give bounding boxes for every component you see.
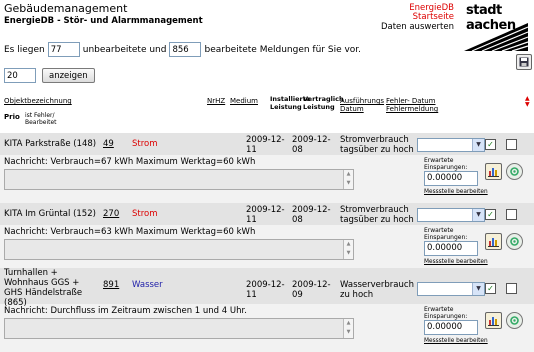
objekt-name: KITA Parkstraße (148) bbox=[4, 139, 97, 149]
chart-icon[interactable] bbox=[485, 163, 502, 180]
floppy-icon bbox=[519, 57, 529, 67]
chevron-down-icon: ▼ bbox=[472, 283, 484, 295]
fehlermeldung: Stromverbrauch tagsüber zu hoch bbox=[340, 135, 414, 155]
nrhz-link[interactable]: 49 bbox=[103, 139, 114, 149]
col-ausfuehrungs-datum[interactable]: Ausführungs Datum bbox=[340, 97, 384, 113]
ist-fehler-checkbox[interactable]: ✓ bbox=[485, 139, 496, 150]
ausfuehrungs-datum: 2009-12-11 bbox=[246, 135, 285, 155]
col-medium[interactable]: Medium bbox=[230, 97, 258, 105]
processed-count-field[interactable] bbox=[169, 42, 202, 57]
chevron-down-icon: ▼ bbox=[472, 139, 484, 151]
col-ist-fehler-bearbeitet: ist Fehler/Bearbeitet bbox=[25, 112, 57, 126]
nrhz-link[interactable]: 891 bbox=[103, 280, 119, 290]
gear-icon bbox=[510, 316, 519, 325]
messstelle-bearbeiten-link[interactable]: Messstelle bearbeiten bbox=[424, 189, 488, 195]
medium-value: Strom bbox=[132, 209, 158, 219]
count-input[interactable] bbox=[4, 68, 36, 83]
bearbeitet-checkbox[interactable] bbox=[506, 283, 517, 294]
settings-icon[interactable] bbox=[506, 312, 523, 329]
nrhz-link[interactable]: 270 bbox=[103, 209, 119, 219]
nachricht-text: Nachricht: Verbrauch=67 kWh Maximum Werk… bbox=[4, 157, 256, 167]
einsparungen-label: Erwartete Einsparungen: bbox=[424, 157, 468, 171]
einsparungen-field[interactable]: 0.00000 bbox=[424, 171, 478, 186]
save-button[interactable] bbox=[516, 54, 532, 70]
sort-arrows-icon[interactable]: ▲ ▼ bbox=[525, 96, 530, 108]
col-objektbezeichnung[interactable]: Objektbezeichnung bbox=[4, 97, 72, 105]
status-dropdown[interactable]: ▼ bbox=[417, 138, 485, 152]
status-dropdown[interactable]: ▼ bbox=[417, 282, 485, 296]
kommentar-textarea[interactable]: ▲ ▼ bbox=[4, 239, 354, 260]
count-controls: anzeigen bbox=[4, 68, 95, 83]
ist-fehler-checkbox[interactable]: ✓ bbox=[485, 283, 496, 294]
col-nrhz[interactable]: NrHZ bbox=[207, 97, 225, 105]
gear-icon bbox=[510, 167, 519, 176]
fehlermeldung: Wasserverbrauch zu hoch bbox=[340, 280, 414, 300]
col-fehler-datum[interactable]: Fehler- Datum Fehlermeldung bbox=[386, 97, 446, 113]
medium-value: Strom bbox=[132, 139, 158, 149]
scrollbar[interactable]: ▲ ▼ bbox=[343, 319, 353, 338]
einsparungen-label: Erwartete Einsparungen: bbox=[424, 306, 468, 320]
fehler-datum: 2009-12-08 bbox=[292, 205, 331, 225]
status-dropdown[interactable]: ▼ bbox=[417, 208, 485, 222]
startseite-link[interactable]: Startseite bbox=[413, 12, 454, 22]
show-button[interactable]: anzeigen bbox=[42, 68, 95, 83]
chevron-down-icon: ▼ bbox=[472, 209, 484, 221]
kommentar-textarea[interactable]: ▲ ▼ bbox=[4, 169, 354, 190]
bar-chart-icon bbox=[488, 168, 499, 177]
col-vertraglich-leistung: Vertraglich Leistung bbox=[303, 95, 344, 111]
chart-icon[interactable] bbox=[485, 312, 502, 329]
messstelle-bearbeiten-link[interactable]: Messstelle bearbeiten bbox=[424, 338, 488, 344]
settings-icon[interactable] bbox=[506, 233, 523, 250]
chart-icon[interactable] bbox=[485, 233, 502, 250]
kommentar-textarea[interactable]: ▲ ▼ bbox=[4, 318, 354, 339]
einsparungen-label: Erwartete Einsparungen: bbox=[424, 227, 468, 241]
nachricht-text: Nachricht: Durchfluss im Zeitraum zwisch… bbox=[4, 306, 247, 316]
fehlermeldung: Stromverbrauch tagsüber zu hoch bbox=[340, 205, 414, 225]
unprocessed-count-field[interactable] bbox=[47, 42, 80, 57]
fehler-datum: 2009-12-09 bbox=[292, 280, 331, 300]
einsparungen-field[interactable]: 0.00000 bbox=[424, 241, 478, 256]
stadt-aachen-logo: stadt aachen bbox=[462, 3, 532, 53]
bearbeitet-checkbox[interactable] bbox=[506, 209, 517, 220]
bar-chart-icon bbox=[488, 238, 499, 247]
medium-value: Wasser bbox=[132, 280, 163, 290]
scrollbar[interactable]: ▲ ▼ bbox=[343, 170, 353, 189]
intro-line: Es liegen unbearbeitete und bearbeitete … bbox=[4, 42, 361, 57]
objekt-name: KITA Im Grüntal (152) bbox=[4, 209, 96, 219]
scrollbar[interactable]: ▲ ▼ bbox=[343, 240, 353, 259]
col-prio: Prio bbox=[4, 113, 20, 121]
settings-icon[interactable] bbox=[506, 163, 523, 180]
ausfuehrungs-datum: 2009-12-11 bbox=[246, 205, 285, 225]
objekt-name: Turnhallen + Wohnhaus GGS + GHS Händelst… bbox=[4, 268, 83, 308]
daten-auswerten-link[interactable]: Daten auswerten bbox=[381, 22, 454, 32]
messstelle-bearbeiten-link[interactable]: Messstelle bearbeiten bbox=[424, 259, 488, 265]
fehler-datum: 2009-12-08 bbox=[292, 135, 331, 155]
bearbeitet-checkbox[interactable] bbox=[506, 139, 517, 150]
gear-icon bbox=[510, 237, 519, 246]
page-subtitle: EnergieDB - Stör- und Alarmmanagement bbox=[4, 16, 203, 26]
nachricht-text: Nachricht: Verbrauch=63 kWh Maximum Werk… bbox=[4, 227, 256, 237]
col-installierte-leistung: Installierte Leistung bbox=[270, 95, 311, 111]
ist-fehler-checkbox[interactable]: ✓ bbox=[485, 209, 496, 220]
bar-chart-icon bbox=[488, 317, 499, 326]
ausfuehrungs-datum: 2009-12-11 bbox=[246, 280, 285, 300]
einsparungen-field[interactable]: 0.00000 bbox=[424, 320, 478, 335]
page-title: Gebäudemanagement bbox=[4, 2, 128, 15]
